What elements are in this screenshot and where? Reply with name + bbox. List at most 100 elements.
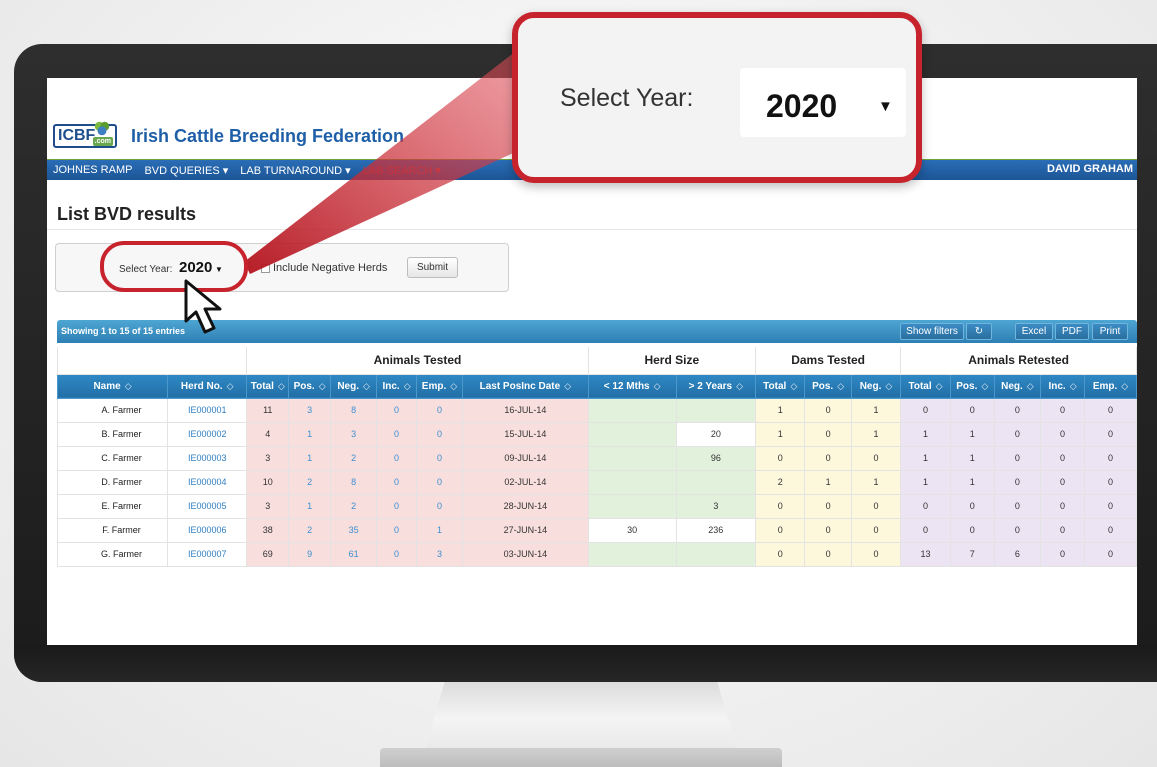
sort-icon[interactable]: ◇ xyxy=(1027,381,1034,391)
column-header-herd-no[interactable]: Herd No. ◇ xyxy=(167,373,248,399)
cell-pos[interactable]: 2 xyxy=(288,517,331,543)
sort-icon[interactable]: ◇ xyxy=(837,381,844,391)
cell-inc[interactable]: 0 xyxy=(376,469,417,495)
cell-retested-inc: 0 xyxy=(1040,493,1086,519)
table-row: A. Farmer IE000001 11 3 8 0 0 16-JUL-14 1 0 1 0 0 0 0 0 xyxy=(56,397,1137,423)
column-label: Last PosInc Date xyxy=(479,380,561,392)
sort-icon[interactable]: ◇ xyxy=(450,381,457,391)
cell-neg[interactable]: 3 xyxy=(329,421,378,447)
sort-icon[interactable]: ◇ xyxy=(736,381,743,391)
user-menu[interactable]: DAVID GRAHAM xyxy=(1047,163,1133,175)
page-title: List BVD results xyxy=(57,204,197,224)
cell-emp[interactable]: 0 xyxy=(415,445,464,471)
cell-inc[interactable]: 0 xyxy=(376,517,417,543)
sort-icon[interactable]: ◇ xyxy=(936,381,943,391)
print-button[interactable]: Print xyxy=(1092,323,1128,340)
column-header-dams-pos[interactable]: Pos. ◇ xyxy=(804,373,852,399)
cell-emp[interactable]: 0 xyxy=(415,469,464,495)
column-header-gt-2-years[interactable]: > 2 Years ◇ xyxy=(675,373,756,399)
column-header-retested-total[interactable]: Total ◇ xyxy=(900,373,951,399)
cell-total: 69 xyxy=(246,541,290,567)
nav-lab-turnaround[interactable]: LAB TURNAROUND ▾ xyxy=(234,164,356,177)
include-negative-checkbox[interactable] xyxy=(261,264,270,273)
sort-icon[interactable]: ◇ xyxy=(227,381,234,391)
column-header-retested-neg[interactable]: Neg. ◇ xyxy=(993,373,1042,399)
cell-inc[interactable]: 0 xyxy=(376,421,417,447)
cell-pos[interactable]: 9 xyxy=(288,541,331,567)
pdf-button[interactable]: PDF xyxy=(1055,323,1089,340)
cell-neg[interactable]: 61 xyxy=(329,541,378,567)
excel-button[interactable]: Excel xyxy=(1015,323,1053,340)
cell-herd-no[interactable]: IE000001 xyxy=(167,397,248,423)
column-header-inc[interactable]: Inc. ◇ xyxy=(376,373,417,399)
sort-icon[interactable]: ◇ xyxy=(319,381,326,391)
sort-icon[interactable]: ◇ xyxy=(1070,381,1077,391)
cell-emp[interactable]: 1 xyxy=(415,517,464,543)
sort-icon[interactable]: ◇ xyxy=(564,381,571,391)
column-header-dams-total[interactable]: Total ◇ xyxy=(754,373,806,399)
cell-neg[interactable]: 2 xyxy=(329,493,378,519)
cell-emp[interactable]: 3 xyxy=(415,541,464,567)
cell-neg[interactable]: 8 xyxy=(329,397,378,423)
column-header-last-posinc-date[interactable]: Last PosInc Date ◇ xyxy=(462,373,589,399)
nav-lab-search[interactable]: LAB SEARCH ▾ xyxy=(357,164,447,177)
sort-icon[interactable]: ◇ xyxy=(363,381,370,391)
cell-retested-emp: 0 xyxy=(1084,541,1137,567)
cell-pos[interactable]: 1 xyxy=(288,493,331,519)
column-header-neg[interactable]: Neg. ◇ xyxy=(329,373,378,399)
column-header-retested-inc[interactable]: Inc. ◇ xyxy=(1040,373,1086,399)
cell-herd-no[interactable]: IE000006 xyxy=(167,517,248,543)
cell-neg[interactable]: 8 xyxy=(329,469,378,495)
cell-pos[interactable]: 1 xyxy=(288,421,331,447)
icbf-logo[interactable]: ICBF .com xyxy=(53,121,117,148)
cell-emp[interactable]: 0 xyxy=(415,493,464,519)
column-header-dams-neg[interactable]: Neg. ◇ xyxy=(850,373,902,399)
cell-neg[interactable]: 35 xyxy=(329,517,378,543)
cell-gt-2-years xyxy=(675,541,756,567)
cell-neg[interactable]: 2 xyxy=(329,445,378,471)
sort-icon[interactable]: ◇ xyxy=(278,381,285,391)
show-filters-button[interactable]: Show filters xyxy=(900,323,964,340)
cell-herd-no[interactable]: IE000007 xyxy=(167,541,248,567)
cell-dams-neg: 1 xyxy=(850,469,902,495)
cell-herd-no[interactable]: IE000002 xyxy=(167,421,248,447)
cell-pos[interactable]: 3 xyxy=(288,397,331,423)
cell-inc[interactable]: 0 xyxy=(376,541,417,567)
cell-inc[interactable]: 0 xyxy=(376,397,417,423)
column-header-total[interactable]: Total ◇ xyxy=(246,373,290,399)
sort-icon[interactable]: ◇ xyxy=(654,381,661,391)
column-header-pos[interactable]: Pos. ◇ xyxy=(288,373,331,399)
column-header-retested-emp[interactable]: Emp. ◇ xyxy=(1084,373,1137,399)
column-header-retested-pos[interactable]: Pos. ◇ xyxy=(949,373,995,399)
column-header-name[interactable]: Name ◇ xyxy=(56,373,169,399)
column-header-row: Name ◇ Herd No. ◇ Total ◇ Pos. ◇ Neg. ◇ Inc. ◇ Emp. ◇… xyxy=(56,373,1137,399)
cell-emp[interactable]: 0 xyxy=(415,421,464,447)
sort-icon[interactable]: ◇ xyxy=(790,381,797,391)
cell-pos[interactable]: 2 xyxy=(288,469,331,495)
column-header-lt-12-mths[interactable]: < 12 Mths ◇ xyxy=(587,373,677,399)
cell-herd-no[interactable]: IE000003 xyxy=(167,445,248,471)
cell-name: D. Farmer xyxy=(56,469,169,495)
cell-herd-no[interactable]: IE000004 xyxy=(167,469,248,495)
cell-inc[interactable]: 0 xyxy=(376,493,417,519)
nav-bvd-queries[interactable]: BVD QUERIES ▾ xyxy=(138,164,234,177)
mouse-pointer-icon xyxy=(184,279,222,334)
cell-herd-no[interactable]: IE000005 xyxy=(167,493,248,519)
nav-johnes-ramp[interactable]: JOHNES RAMP xyxy=(47,164,138,176)
submit-button[interactable]: Submit xyxy=(407,257,458,278)
cell-emp[interactable]: 0 xyxy=(415,397,464,423)
sort-icon[interactable]: ◇ xyxy=(404,381,411,391)
sort-icon[interactable]: ◇ xyxy=(1121,381,1128,391)
cell-last-posinc-date: 15-JUL-14 xyxy=(462,421,589,447)
sort-icon[interactable]: ◇ xyxy=(125,381,132,391)
sort-icon[interactable]: ◇ xyxy=(981,381,988,391)
cell-retested-inc: 0 xyxy=(1040,445,1086,471)
cell-pos[interactable]: 1 xyxy=(288,445,331,471)
entries-info: Showing 1 to 15 of 15 entries xyxy=(61,326,186,336)
group-dams-tested: Dams Tested xyxy=(754,347,902,375)
cell-retested-neg: 0 xyxy=(993,421,1042,447)
cell-inc[interactable]: 0 xyxy=(376,445,417,471)
sort-icon[interactable]: ◇ xyxy=(885,381,892,391)
column-header-emp[interactable]: Emp. ◇ xyxy=(415,373,464,399)
refresh-button[interactable]: ↻ xyxy=(966,323,992,340)
